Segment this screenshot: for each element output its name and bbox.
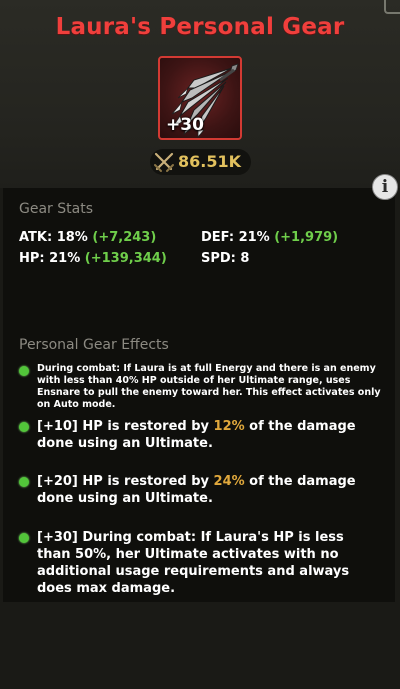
effect-plus10-percent: 12% (213, 419, 245, 434)
bullet-dot-icon (19, 366, 29, 376)
stat-hp: HP: 21% (+139,344) (19, 251, 167, 266)
bullet-dot-icon (19, 477, 29, 487)
crossed-swords-icon (154, 152, 174, 172)
stat-spd-label: SPD: 8 (201, 251, 250, 266)
bullet-dot-icon (19, 533, 29, 543)
stat-def-label: DEF: 21% (201, 230, 270, 245)
effect-plus20-percent: 24% (213, 474, 245, 489)
stat-atk-label: ATK: 18% (19, 230, 88, 245)
effect-base: During combat: If Laura is at full Energ… (37, 363, 381, 410)
info-icon[interactable]: i (372, 174, 398, 200)
stat-atk: ATK: 18% (+7,243) (19, 230, 156, 245)
stat-hp-bonus: (+139,344) (84, 251, 167, 266)
gear-power-badge: 86.51K (150, 149, 251, 175)
gear-item-slot[interactable]: +30 (158, 56, 242, 140)
effect-plus30: [+30] During combat: If Laura's HP is le… (37, 530, 350, 596)
effect-plus20: [+20] HP is restored by 24% of the damag… (37, 473, 377, 507)
power-value: 86.51K (178, 152, 242, 171)
bullet-dot-icon (19, 422, 29, 432)
page-title: Laura's Personal Gear (55, 14, 345, 40)
stat-spd: SPD: 8 (201, 251, 249, 266)
gear-stats-heading: Gear Stats (19, 201, 93, 217)
gear-effects-heading: Personal Gear Effects (19, 337, 169, 353)
stat-def-bonus: (+1,979) (274, 230, 339, 245)
stat-def: DEF: 21% (+1,979) (201, 230, 338, 245)
gear-upgrade-level: +30 (166, 115, 204, 135)
effect-plus20-text-a: [+20] HP is restored by (37, 474, 214, 489)
effect-plus10-text-a: [+10] HP is restored by (37, 419, 214, 434)
effect-plus10: [+10] HP is restored by 12% of the damag… (37, 418, 377, 452)
corner-handle (384, 0, 400, 14)
stat-atk-bonus: (+7,243) (92, 230, 157, 245)
stat-hp-label: HP: 21% (19, 251, 81, 266)
